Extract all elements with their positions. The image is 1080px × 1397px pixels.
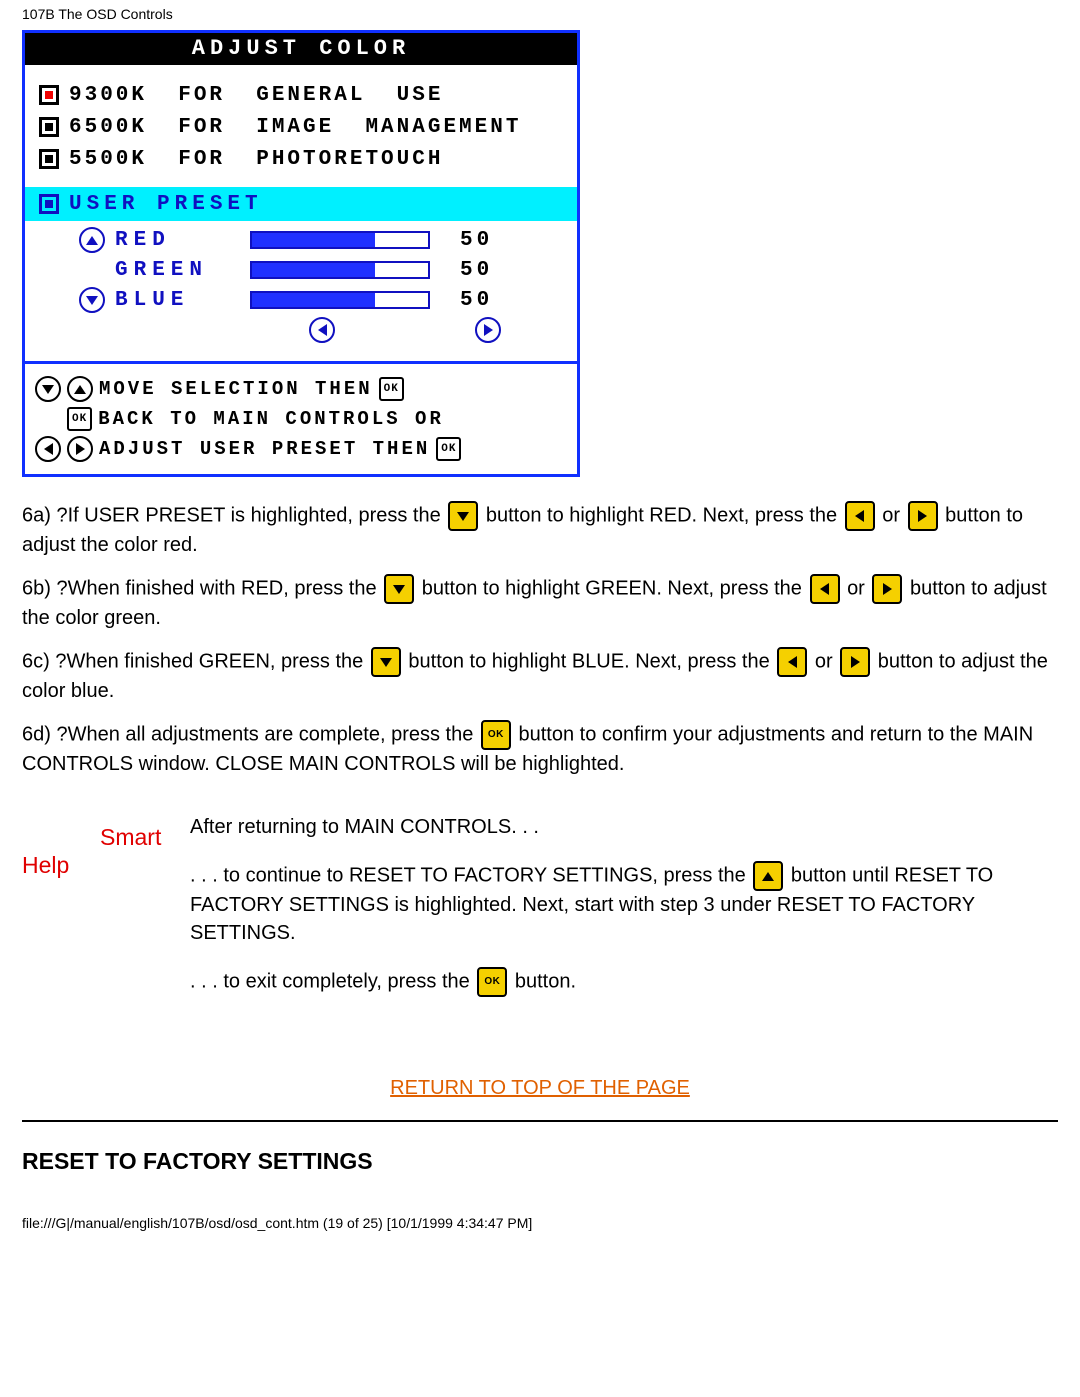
text: button to highlight BLUE. Next, press th… xyxy=(408,650,775,672)
ok-icon: OK xyxy=(379,377,404,401)
user-preset-label: USER PRESET xyxy=(69,193,263,216)
arrow-left-icon xyxy=(35,436,61,462)
arrow-up-icon xyxy=(79,227,105,253)
rgb-label: RED xyxy=(115,229,250,252)
rgb-row-green[interactable]: GREEN 50 xyxy=(79,255,567,285)
option-9300k[interactable]: 9300K FOR GENERAL USE xyxy=(39,79,567,111)
text: 6a) ?If USER PRESET is highlighted, pres… xyxy=(22,504,446,526)
ok-button-icon: OK xyxy=(477,967,507,997)
slider-green[interactable] xyxy=(250,261,430,279)
page-footer: file:///G|/manual/english/107B/osd/osd_c… xyxy=(22,1215,1058,1231)
text: button to highlight RED. Next, press the xyxy=(486,504,843,526)
arrow-down-icon xyxy=(35,376,61,402)
radio-icon xyxy=(39,85,59,105)
step-6c: 6c) ?When finished GREEN, press the butt… xyxy=(22,647,1058,706)
right-button-icon xyxy=(872,574,902,604)
left-button-icon xyxy=(777,647,807,677)
rgb-label: BLUE xyxy=(115,289,250,312)
step-6b: 6b) ?When finished with RED, press the b… xyxy=(22,574,1058,633)
ok-icon: OK xyxy=(67,407,92,431)
osd-body: 9300K FOR GENERAL USE 6500K FOR IMAGE MA… xyxy=(25,65,577,361)
arrow-left-icon[interactable] xyxy=(309,317,335,343)
return-to-top-link[interactable]: RETURN TO TOP OF THE PAGE xyxy=(22,1077,1058,1100)
down-button-icon xyxy=(448,501,478,531)
down-button-icon xyxy=(384,574,414,604)
section-heading-reset: RESET TO FACTORY SETTINGS xyxy=(22,1148,1058,1175)
right-button-icon xyxy=(840,647,870,677)
text: 6d) ?When all adjustments are complete, … xyxy=(22,723,479,745)
slider-red[interactable] xyxy=(250,231,430,249)
text: button to highlight GREEN. Next, press t… xyxy=(422,577,808,599)
text: . . . to exit completely, press the xyxy=(190,970,475,992)
lr-arrows xyxy=(79,315,567,349)
ok-button-icon: OK xyxy=(481,720,511,750)
arrow-right-icon[interactable] xyxy=(475,317,501,343)
value-blue: 50 xyxy=(460,289,493,312)
option-5500k[interactable]: 5500K FOR PHOTORETOUCH xyxy=(39,143,567,175)
text: button. xyxy=(515,970,576,992)
value-red: 50 xyxy=(460,229,493,252)
text: 6c) ?When finished GREEN, press the xyxy=(22,650,369,672)
up-button-icon xyxy=(753,861,783,891)
option-label: 5500K FOR PHOTORETOUCH xyxy=(69,148,443,171)
text: or xyxy=(847,577,870,599)
option-6500k[interactable]: 6500K FOR IMAGE MANAGEMENT xyxy=(39,111,567,143)
osd-footer: MOVE SELECTION THEN OK OK BACK TO MAIN C… xyxy=(25,361,577,474)
page-header: 107B The OSD Controls xyxy=(22,0,1058,30)
rgb-row-red[interactable]: RED 50 xyxy=(79,225,567,255)
option-label: 9300K FOR GENERAL USE xyxy=(69,84,443,107)
footer-text: MOVE SELECTION THEN xyxy=(99,378,373,400)
right-button-icon xyxy=(908,501,938,531)
continue-text: . . . to continue to RESET TO FACTORY SE… xyxy=(190,861,1058,947)
after-text: After returning to MAIN CONTROLS. . . xyxy=(190,813,1058,841)
step-6a: 6a) ?If USER PRESET is highlighted, pres… xyxy=(22,501,1058,560)
text: or xyxy=(882,504,905,526)
smart-help-block: Help Smart After returning to MAIN CONTR… xyxy=(22,793,1058,1017)
footer-text: BACK TO MAIN CONTROLS OR xyxy=(98,408,444,430)
option-label: 6500K FOR IMAGE MANAGEMENT xyxy=(69,116,521,139)
arrow-up-icon xyxy=(67,376,93,402)
text: or xyxy=(815,650,838,672)
footer-line-1: MOVE SELECTION THEN OK xyxy=(35,374,569,404)
help-label: Help xyxy=(22,821,82,881)
exit-text: . . . to exit completely, press the OK b… xyxy=(190,967,1058,997)
step-6d: 6d) ?When all adjustments are complete, … xyxy=(22,720,1058,779)
left-button-icon xyxy=(810,574,840,604)
instructions: 6a) ?If USER PRESET is highlighted, pres… xyxy=(22,501,1058,779)
slider-blue[interactable] xyxy=(250,291,430,309)
radio-icon xyxy=(39,194,59,214)
ok-icon: OK xyxy=(436,437,461,461)
rgb-area: RED 50 GREEN 50 BLUE 50 xyxy=(39,221,567,353)
osd-panel: ADJUST COLOR 9300K FOR GENERAL USE 6500K… xyxy=(22,30,580,477)
value-green: 50 xyxy=(460,259,493,282)
rgb-label: GREEN xyxy=(115,259,250,282)
down-button-icon xyxy=(371,647,401,677)
text: . . . to continue to RESET TO FACTORY SE… xyxy=(190,864,751,886)
divider xyxy=(22,1120,1058,1122)
footer-text: ADJUST USER PRESET THEN xyxy=(99,438,430,460)
radio-icon xyxy=(39,149,59,169)
arrow-right-icon xyxy=(67,436,93,462)
footer-line-3: ADJUST USER PRESET THEN OK xyxy=(35,434,569,464)
radio-icon xyxy=(39,117,59,137)
left-button-icon xyxy=(845,501,875,531)
option-user-preset[interactable]: USER PRESET xyxy=(25,187,577,221)
text: 6b) ?When finished with RED, press the xyxy=(22,577,382,599)
arrow-down-icon xyxy=(79,287,105,313)
smart-label: Smart xyxy=(100,821,172,853)
osd-title: ADJUST COLOR xyxy=(25,33,577,65)
footer-line-2: OK BACK TO MAIN CONTROLS OR xyxy=(35,404,569,434)
rgb-row-blue[interactable]: BLUE 50 xyxy=(79,285,567,315)
